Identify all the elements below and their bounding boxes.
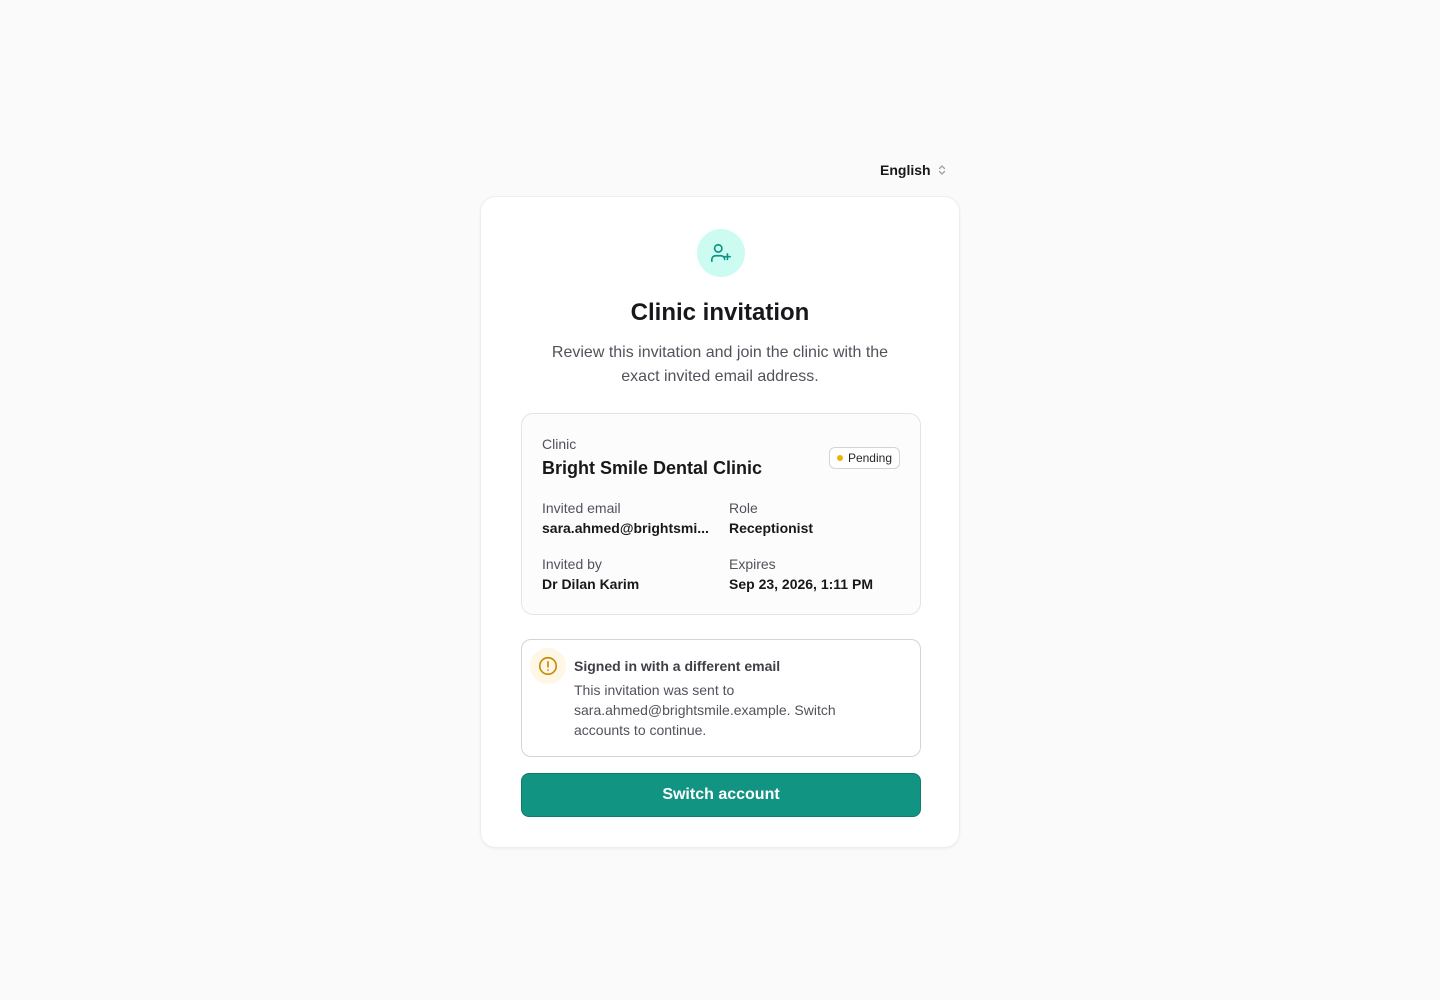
status-label: Pending <box>847 451 892 465</box>
status-dot-icon <box>836 455 843 461</box>
expires-value: Sep 23, 2026, 1:11 PM <box>729 576 873 592</box>
status-badge: Pending <box>828 447 900 469</box>
expires-field: Expires Sep 23, 2026, 1:11 PM <box>729 554 914 594</box>
invited-email-label: Invited email <box>542 500 621 516</box>
invited-by-label: Invited by <box>542 556 602 572</box>
language-label: English <box>880 162 931 178</box>
invited-by-field: Invited by Dr Dilan Karim <box>542 554 712 594</box>
invitation-details: Clinic Bright Smile Dental Clinic Pendin… <box>521 413 921 615</box>
switch-account-button[interactable]: Switch account <box>521 773 921 817</box>
invited-by-value: Dr Dilan Karim <box>542 576 640 592</box>
language-select[interactable]: English <box>868 158 959 182</box>
clinic-name: Bright Smile Dental Clinic <box>542 458 763 478</box>
role-value: Receptionist <box>729 520 814 536</box>
expires-label: Expires <box>729 556 776 572</box>
clinic-label: Clinic <box>542 436 577 452</box>
role-field: Role Receptionist <box>729 498 899 538</box>
page-subtitle: Review this invitation and join the clin… <box>551 344 889 385</box>
invitation-card: Clinic invitation Review this invitation… <box>480 196 960 848</box>
page-title: Clinic invitation <box>630 299 810 326</box>
user-plus-icon <box>697 229 745 277</box>
alert-title: Signed in with a different email <box>574 658 781 674</box>
invited-email-field: Invited email sara.ahmed@brightsmi... <box>542 498 712 538</box>
different-email-alert: Signed in with a different email This in… <box>521 639 921 757</box>
invited-email-value: sara.ahmed@brightsmi... <box>542 520 709 536</box>
alert-circle-icon <box>530 648 566 684</box>
chevron-up-down-icon <box>937 164 947 176</box>
role-label: Role <box>729 500 758 516</box>
alert-body: This invitation was sent to sara.ahmed@b… <box>574 682 836 738</box>
